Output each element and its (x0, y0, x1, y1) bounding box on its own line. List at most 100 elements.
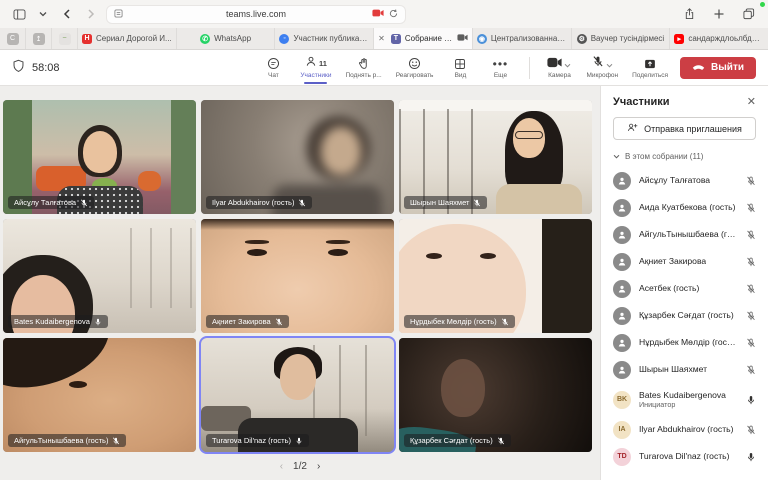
participant-row[interactable]: Нұрдыбек Мөлдір (гость) (601, 329, 768, 356)
tab-meeting-active[interactable]: ✕ T Собрание Micro... (374, 28, 473, 49)
participant-row[interactable]: Асетбек (гость) (601, 275, 768, 302)
whatsapp-icon: ✆ (200, 34, 210, 44)
page-prev-button[interactable]: ‹ (280, 461, 283, 472)
video-tile-turarova[interactable]: Turarova Dil'naz (гость) (201, 338, 394, 452)
tab-youtube[interactable]: ▸ сандарждлоьлбдю... (670, 28, 768, 49)
pinned-tab-2[interactable]: ↥ (26, 28, 52, 49)
camera-button[interactable]: Камера (546, 57, 572, 79)
view-label: Вид (455, 72, 467, 79)
video-tile-aisulu[interactable]: Айсұлу Талғатова (3, 100, 196, 214)
video-tile-shyryn[interactable]: Шырын Шаяхмет (399, 100, 592, 214)
mic-off-icon[interactable] (746, 338, 756, 348)
mic-off-icon[interactable] (746, 425, 756, 435)
mic-off-icon[interactable] (746, 311, 756, 321)
participants-count-badge: 11 (319, 59, 327, 68)
shield-icon[interactable] (12, 59, 25, 76)
participants-button[interactable]: 11 Участники (300, 57, 331, 79)
back-button[interactable] (58, 5, 76, 23)
smiley-icon (408, 57, 421, 71)
avatar-initials: TD (613, 448, 631, 466)
forward-button[interactable] (82, 5, 100, 23)
mic-off-icon (473, 199, 481, 207)
tab-overview-button[interactable] (740, 5, 758, 23)
participant-row[interactable]: TD Turarova Dil'naz (гость) (601, 443, 768, 470)
video-tile-bates[interactable]: Bates Kudaibergenova (3, 219, 196, 333)
participant-row[interactable]: Құзарбек Сәғдат (гость) (601, 302, 768, 329)
chat-icon (267, 57, 280, 71)
tab-label: Собрание Micro... (405, 34, 453, 43)
participant-row[interactable]: Ақниет Закирова (601, 248, 768, 275)
share-page-button[interactable] (680, 5, 698, 23)
mic-off-icon[interactable] (746, 203, 756, 213)
mic-on-icon[interactable] (746, 452, 756, 462)
microphone-chevron-icon[interactable] (606, 55, 613, 73)
more-button[interactable]: ••• Еще (487, 57, 513, 79)
tab-label: Участник публикац... (293, 34, 369, 43)
teams-icon: T (391, 34, 401, 44)
more-label: Еще (494, 72, 507, 79)
mic-off-icon (497, 437, 505, 445)
mic-off-icon[interactable] (746, 176, 756, 186)
participant-name: Turarova Dil'naz (гость) (639, 451, 730, 461)
avatar-initials: IA (613, 421, 631, 439)
chat-button[interactable]: Чат (260, 57, 286, 79)
tile-name: Turarova Dil'naz (гость) (212, 436, 291, 445)
participant-row[interactable]: IA Ilyar Abdukhairov (гость) (601, 416, 768, 443)
video-stage: Айсұлу Талғатова Ilyar Abdukhairov (гост… (0, 86, 600, 480)
address-bar[interactable]: teams.live.com (106, 5, 406, 24)
name-tag: Айсұлу Талғатова (8, 196, 94, 209)
chevron-down-icon (613, 152, 620, 161)
tab-serial[interactable]: Н Сериал Дорогой И... (78, 28, 177, 49)
tile-name: Нұрдыбек Мөлдір (гость) (410, 317, 497, 326)
leave-button[interactable]: Выйти (680, 57, 756, 79)
participant-row[interactable]: Айсұлу Талғатова (601, 167, 768, 194)
tile-name: Айсұлу Талғатова (14, 198, 76, 207)
tab-voucher[interactable]: ⚙ Ваучер тусіндірмесі (572, 28, 671, 49)
participant-row[interactable]: АйгульТынышбаева (гость) (601, 221, 768, 248)
tab-publication[interactable]: ◦ Участник публикац... (275, 28, 374, 49)
avatar (613, 226, 631, 244)
video-tile-akniet[interactable]: Ақниет Закирова (201, 219, 394, 333)
view-button[interactable]: Вид (447, 57, 473, 79)
pinned-tab-1[interactable]: C (0, 28, 26, 49)
name-tag: Turarova Dil'naz (гость) (206, 434, 309, 447)
microphone-button[interactable]: Микрофон (586, 57, 618, 79)
mic-off-icon[interactable] (746, 365, 756, 375)
mic-on-icon[interactable] (746, 395, 756, 405)
in-meeting-section-header[interactable]: В этом собрании (11) (601, 148, 768, 167)
tab-centralized[interactable]: ◉ Централизованная... (473, 28, 572, 49)
hang-up-icon (692, 62, 705, 73)
sidebar-chevron-icon[interactable] (34, 5, 52, 23)
send-invite-button[interactable]: Отправка приглашения (613, 117, 756, 140)
grid-pagination: ‹ 1/2 › (0, 461, 600, 472)
participant-name: Айсұлу Талғатова (639, 175, 710, 185)
mic-off-icon[interactable] (746, 257, 756, 267)
raise-hand-button[interactable]: Поднять р... (345, 57, 381, 79)
video-tile-aigul[interactable]: АйгульТынышбаева (гость) (3, 338, 196, 452)
close-tab-icon[interactable]: ✕ (378, 34, 385, 43)
camera-chevron-icon[interactable] (564, 55, 571, 73)
sidebar-toggle-button[interactable] (10, 5, 28, 23)
react-button[interactable]: Реагировать (396, 57, 434, 79)
youtube-icon: ▸ (674, 34, 684, 44)
tab-label: Сериал Дорогой И... (96, 34, 172, 43)
mic-off-icon[interactable] (746, 230, 756, 240)
participant-row-initiator[interactable]: BK Bates Kudaibergenova Инициатор (601, 383, 768, 416)
reload-icon[interactable] (389, 9, 398, 20)
tab-whatsapp[interactable]: ✆ WhatsApp (177, 28, 276, 49)
avatar (613, 253, 631, 271)
video-tile-nurdybek[interactable]: Нұрдыбек Мөлдір (гость) (399, 219, 592, 333)
participant-row[interactable]: Шырын Шаяхмет (601, 356, 768, 383)
video-tile-ilyar[interactable]: Ilyar Abdukhairov (гость) (201, 100, 394, 214)
share-screen-button[interactable]: Поделиться (632, 57, 668, 79)
blue-doc-icon: ◦ (279, 34, 289, 44)
reader-view-icon[interactable] (114, 9, 123, 20)
page-next-button[interactable]: › (317, 461, 320, 472)
participant-row[interactable]: Аида Куатбекова (гость) (601, 194, 768, 221)
pinned-tab-3[interactable]: ~ (52, 28, 78, 49)
video-tile-kuzarbek[interactable]: Құзарбек Сәғдат (гость) (399, 338, 592, 452)
close-panel-icon[interactable]: ✕ (747, 95, 756, 108)
new-tab-button[interactable] (710, 5, 728, 23)
mic-off-icon[interactable] (746, 284, 756, 294)
participant-name: Құзарбек Сәғдат (гость) (639, 310, 734, 320)
